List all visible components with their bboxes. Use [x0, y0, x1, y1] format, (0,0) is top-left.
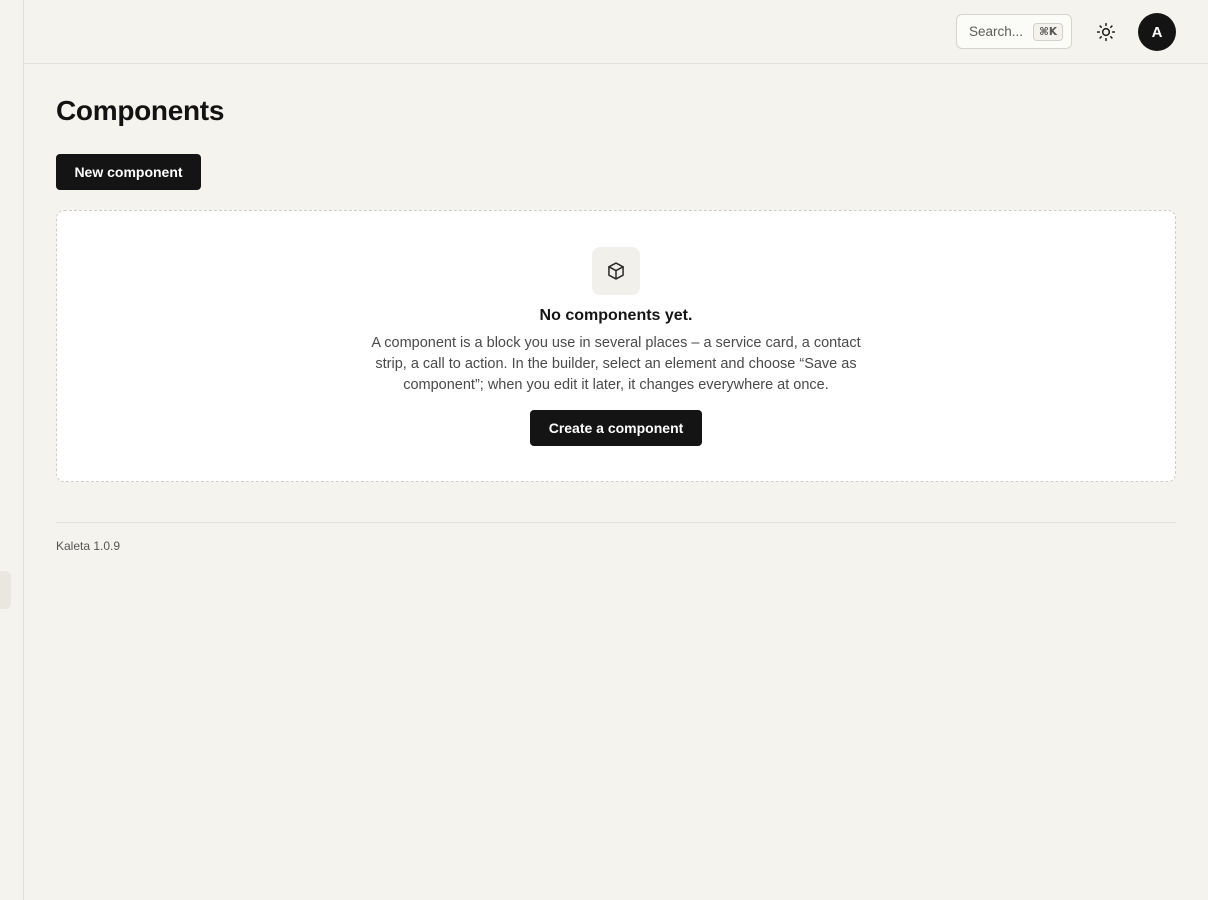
- empty-state-description: A component is a block you use in severa…: [371, 335, 861, 393]
- theme-toggle-button[interactable]: [1093, 19, 1119, 45]
- search-placeholder: Search...: [969, 24, 1024, 39]
- footer-divider: [56, 522, 1176, 523]
- new-component-button[interactable]: New component: [56, 154, 201, 190]
- search-box[interactable]: Search... ⌘K: [956, 14, 1072, 49]
- sidebar-expand-handle[interactable]: [0, 571, 11, 609]
- empty-state-card: No components yet. A component is a bloc…: [56, 210, 1176, 482]
- package-icon: [608, 262, 624, 280]
- top-bar: Search... ⌘K A: [24, 0, 1208, 64]
- user-avatar[interactable]: A: [1138, 13, 1176, 51]
- app-version: Kaleta 1.0.9: [56, 539, 121, 553]
- search-shortcut-badge: ⌘K: [1033, 22, 1063, 41]
- sidebar: [0, 0, 24, 900]
- empty-state-title: No components yet.: [539, 307, 693, 324]
- sun-icon: [1096, 22, 1116, 42]
- empty-state-icon-box: [592, 247, 640, 295]
- create-component-button[interactable]: Create a component: [530, 410, 702, 446]
- page-title: Components: [56, 95, 225, 126]
